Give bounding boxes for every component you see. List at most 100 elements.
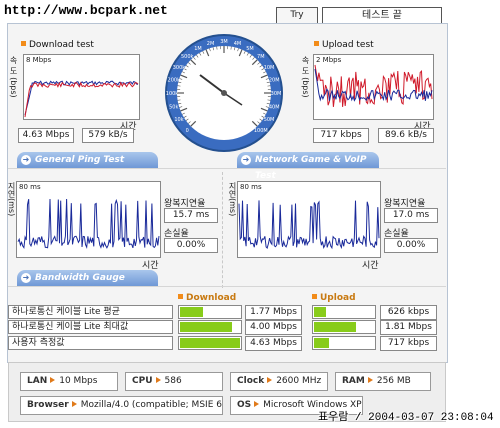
gauge-scale-label: 20M xyxy=(269,78,280,84)
orange-square-icon xyxy=(21,41,26,46)
gauge-scale-label: 4M xyxy=(234,41,242,47)
game-chart-svg xyxy=(238,200,380,250)
orange-arrow-icon xyxy=(71,401,77,407)
download-bar-fill xyxy=(180,322,232,332)
upload-test-header: Upload test xyxy=(314,40,374,50)
cpu-value: 586 xyxy=(164,376,182,386)
orange-arrow-icon xyxy=(155,377,161,383)
ping-latency-value: 15.7 ms xyxy=(164,208,218,223)
tab-bandwidth-gauge[interactable]: ➜ Bandwidth Gauge xyxy=(17,270,158,286)
tab-general-ping-label: General Ping Test xyxy=(35,155,125,165)
gauge-scale-label: 0 xyxy=(186,128,189,134)
cpu-label: CPU xyxy=(132,376,153,386)
bandwidth-row-label: 하나로통신 케이블 Lite 평균 xyxy=(8,305,173,319)
upload-kbs-value: 89.6 kB/s xyxy=(378,128,434,143)
download-trace-red xyxy=(24,81,139,118)
gauge-scale-label: 5M xyxy=(246,46,254,52)
download-chart-svg xyxy=(24,80,139,118)
download-bar-value: 4.63 Mbps xyxy=(245,336,302,351)
upload-bar xyxy=(312,320,376,334)
upload-bar-fill xyxy=(314,322,356,332)
speed-gauge: 010k 50k 100k 200k 300k 500k1M 2M 3M 4M 5M7M 10M 20… xyxy=(165,34,283,152)
gauge-scale-label: 50M xyxy=(264,117,275,123)
game-chart: 80 ms xyxy=(237,181,381,258)
arrow-circle-icon: ➜ xyxy=(21,273,31,283)
game-xlabel: 시간 xyxy=(362,261,379,271)
cpu-info: CPU 586 xyxy=(125,372,223,391)
download-ymax: 8 Mbps xyxy=(26,56,52,64)
ram-value: 256 MB xyxy=(376,376,411,386)
orange-arrow-icon xyxy=(254,401,260,407)
lan-value: 10 Mbps xyxy=(59,376,98,386)
ram-label: RAM xyxy=(342,376,365,386)
game-trace xyxy=(238,200,380,250)
download-kbs-value: 579 kB/s xyxy=(82,128,134,143)
upload-ylabel: 속 도 (bps) xyxy=(301,56,310,98)
bandwidth-download-header: Download xyxy=(178,293,236,303)
gauge-scale-label: 100M xyxy=(254,128,268,134)
upload-ymax: 2 Mbps xyxy=(316,56,342,64)
gauge-scale-label: 200k xyxy=(168,78,181,84)
bandwidth-download-header-label: Download xyxy=(186,293,237,303)
gauge-scale-label: 40M xyxy=(269,104,280,110)
tab-general-ping[interactable]: ➜ General Ping Test xyxy=(17,152,158,168)
gauge-scale-label: 30M xyxy=(271,91,282,97)
bandwidth-upload-header: Upload xyxy=(312,293,356,303)
lan-label: LAN xyxy=(27,376,48,386)
gauge-scale-label: 7M xyxy=(257,54,265,60)
download-chart: 8 Mbps xyxy=(23,54,140,120)
orange-square-icon xyxy=(178,294,183,299)
upload-chart: 2 Mbps xyxy=(313,54,434,120)
download-test-title: Download test xyxy=(29,40,94,50)
download-mbps-value: 4.63 Mbps xyxy=(18,128,74,143)
gauge-scale-label: 1M xyxy=(194,46,202,52)
clock-info: Clock 2600 MHz xyxy=(230,372,328,391)
upload-bar-value: 1.81 Mbps xyxy=(380,320,437,335)
lan-info: LAN 10 Mbps xyxy=(20,372,118,391)
browser-value: Mozilla/4.0 (compatible; MSIE 6.0 xyxy=(80,400,223,410)
download-ylabel: 속 도 (bps) xyxy=(9,56,18,98)
ping-trace xyxy=(17,198,160,250)
orange-square-icon xyxy=(312,294,317,299)
gauge-scale-label: 10M xyxy=(264,65,275,71)
upload-test-title: Upload test xyxy=(322,40,374,50)
orange-square-icon xyxy=(314,41,319,46)
ping-loss-value: 0.00% xyxy=(164,238,218,253)
ping-chart: 80 ms xyxy=(16,181,161,258)
footer-user-timestamp: 표우람 / 2004-03-07 23:08:04 xyxy=(318,412,494,424)
game-latency-value: 17.0 ms xyxy=(384,208,438,223)
gauge-scale-label: 50k xyxy=(169,104,178,110)
os-label: OS xyxy=(237,400,252,410)
gauge-scale-label: 2M xyxy=(207,41,215,47)
download-bar-fill xyxy=(180,307,203,317)
orange-arrow-icon xyxy=(367,377,373,383)
section-vertical-divider xyxy=(222,172,223,288)
gauge-scale-label: 100k xyxy=(166,91,179,97)
gauge-scale-label: 500k xyxy=(181,54,194,60)
game-loss-value: 0.00% xyxy=(384,238,438,253)
gauge-scale-label: 10k xyxy=(174,117,183,123)
bandwidth-row-label: 하나로통신 케이블 Lite 최대값 xyxy=(8,320,173,334)
bandwidth-upload-header-label: Upload xyxy=(320,293,356,303)
arrow-circle-icon: ➜ xyxy=(241,155,251,165)
section-divider xyxy=(8,168,446,169)
download-bar xyxy=(178,336,242,350)
gauge-scale-label: 3M xyxy=(220,39,228,45)
upload-bar xyxy=(312,305,376,319)
try-again-button[interactable]: Try again xyxy=(276,7,318,35)
upload-bar-fill xyxy=(314,338,329,348)
arrow-circle-icon: ➜ xyxy=(21,155,31,165)
ram-info: RAM 256 MB xyxy=(335,372,431,391)
download-bar-value: 4.00 Mbps xyxy=(245,320,302,335)
download-test-header: Download test xyxy=(21,40,94,50)
tab-bandwidth-gauge-label: Bandwidth Gauge xyxy=(35,273,125,283)
tab-network-game[interactable]: ➜ Network Game & VoIP Test xyxy=(237,152,379,181)
section-divider-2 xyxy=(8,286,446,287)
browser-label: Browser xyxy=(27,400,69,410)
gauge-scale-label: 300k xyxy=(173,65,186,71)
upload-bar xyxy=(312,336,376,350)
watermark-url: http://www.bcpark.net xyxy=(4,3,168,18)
test-status-display: 테스트 끝 xyxy=(322,7,442,24)
upload-trace-red xyxy=(314,64,433,107)
browser-info: Browser Mozilla/4.0 (compatible; MSIE 6.0 xyxy=(20,396,223,415)
